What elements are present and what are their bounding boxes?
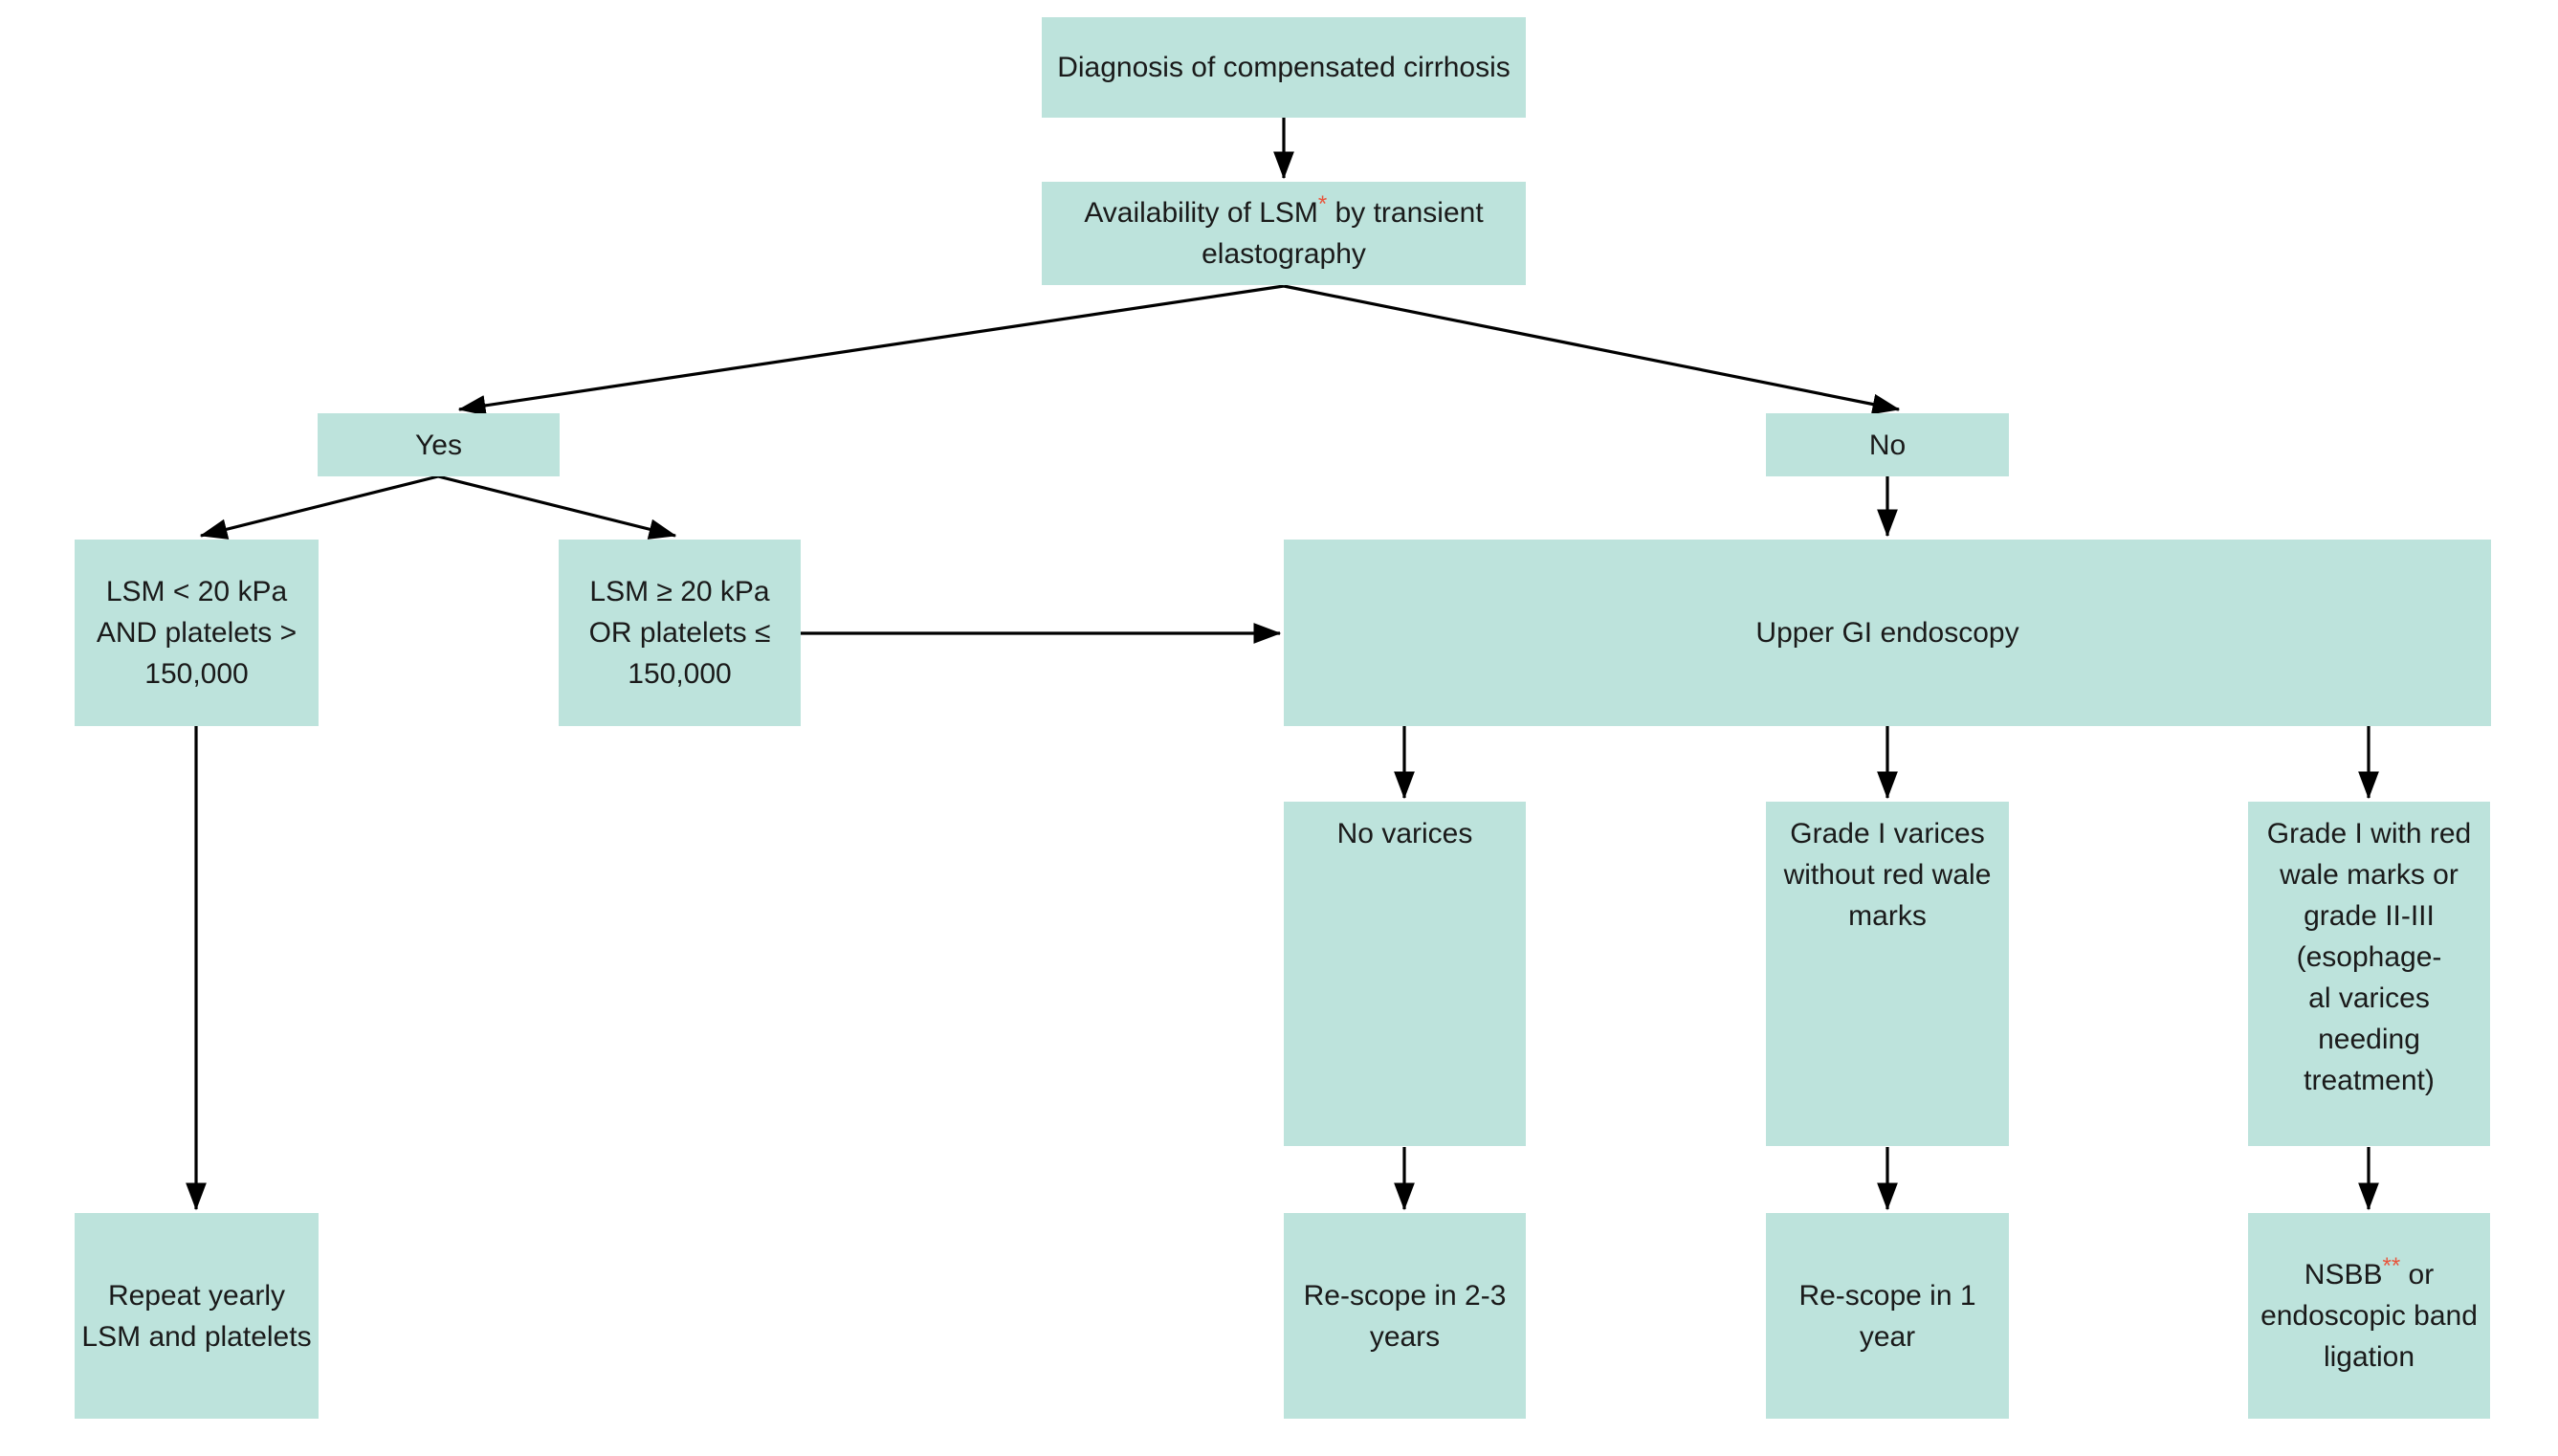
node-grade1-no-wale-label: Grade I varices without red wale marks — [1783, 818, 1992, 932]
node-rescope-2-3-years-label: Re-scope in 2-3 years — [1303, 1279, 1507, 1353]
node-no-label: No — [1868, 429, 1907, 461]
node-availability-lsm-label: Availability of LSM* by transient elasto… — [1047, 192, 1520, 275]
node-no: No — [1766, 413, 2009, 476]
footnote-marker-asterisk: * — [1317, 191, 1328, 217]
edge-availability-to-yes — [457, 284, 1285, 416]
edge-availability-to-no — [1283, 284, 1901, 415]
node-availability-lsm: Availability of LSM* by transient elasto… — [1042, 182, 1526, 285]
flowchart-canvas: Diagnosis of compensated cirrhosis Avail… — [0, 0, 2558, 1456]
availability-text-1: Availability of LSM — [1084, 197, 1318, 229]
node-rescope-2-3-years: Re-scope in 2-3 years — [1284, 1213, 1526, 1419]
node-nsbb: NSBB** or endoscopic band ligation — [2248, 1213, 2490, 1419]
node-lsm-low: LSM < 20 kPa AND platelets > 150,000 — [75, 540, 319, 726]
edge-yes-to-lsm-low — [199, 474, 439, 540]
node-grade1-wale: Grade I with red wale marks or grade II-… — [2248, 802, 2490, 1146]
node-diagnosis-label: Diagnosis of compensated cirrhosis — [1057, 52, 1511, 83]
node-yes-label: Yes — [415, 429, 462, 461]
node-lsm-high-label: LSM ≥ 20 kPa OR platelets ≤ 150,000 — [588, 576, 771, 690]
node-grade1-no-wale: Grade I varices without red wale marks — [1766, 802, 2009, 1146]
node-repeat-yearly: Repeat yearly LSM and platelets — [75, 1213, 319, 1419]
footnote-marker-double-asterisk: ** — [2382, 1253, 2401, 1279]
node-lsm-low-label: LSM < 20 kPa AND platelets > 150,000 — [96, 576, 298, 690]
edge-yes-to-lsm-high — [437, 474, 677, 540]
node-yes: Yes — [318, 413, 560, 476]
node-nsbb-label: NSBB** or endoscopic band ligation — [2254, 1254, 2484, 1378]
node-rescope-1-year: Re-scope in 1 year — [1766, 1213, 2009, 1419]
node-lsm-high: LSM ≥ 20 kPa OR platelets ≤ 150,000 — [559, 540, 801, 726]
node-no-varices: No varices — [1284, 802, 1526, 1146]
node-no-varices-label: No varices — [1336, 818, 1473, 849]
node-upper-gi-endoscopy: Upper GI endoscopy — [1284, 540, 2491, 726]
node-grade1-wale-label: Grade I with red wale marks or grade II-… — [2266, 818, 2472, 1096]
node-repeat-yearly-label: Repeat yearly LSM and platelets — [81, 1279, 312, 1353]
node-diagnosis: Diagnosis of compensated cirrhosis — [1042, 17, 1526, 118]
node-rescope-1-year-label: Re-scope in 1 year — [1798, 1279, 1976, 1353]
node-upper-gi-endoscopy-label: Upper GI endoscopy — [1755, 617, 2019, 649]
nsbb-text-1: NSBB — [2304, 1259, 2383, 1291]
